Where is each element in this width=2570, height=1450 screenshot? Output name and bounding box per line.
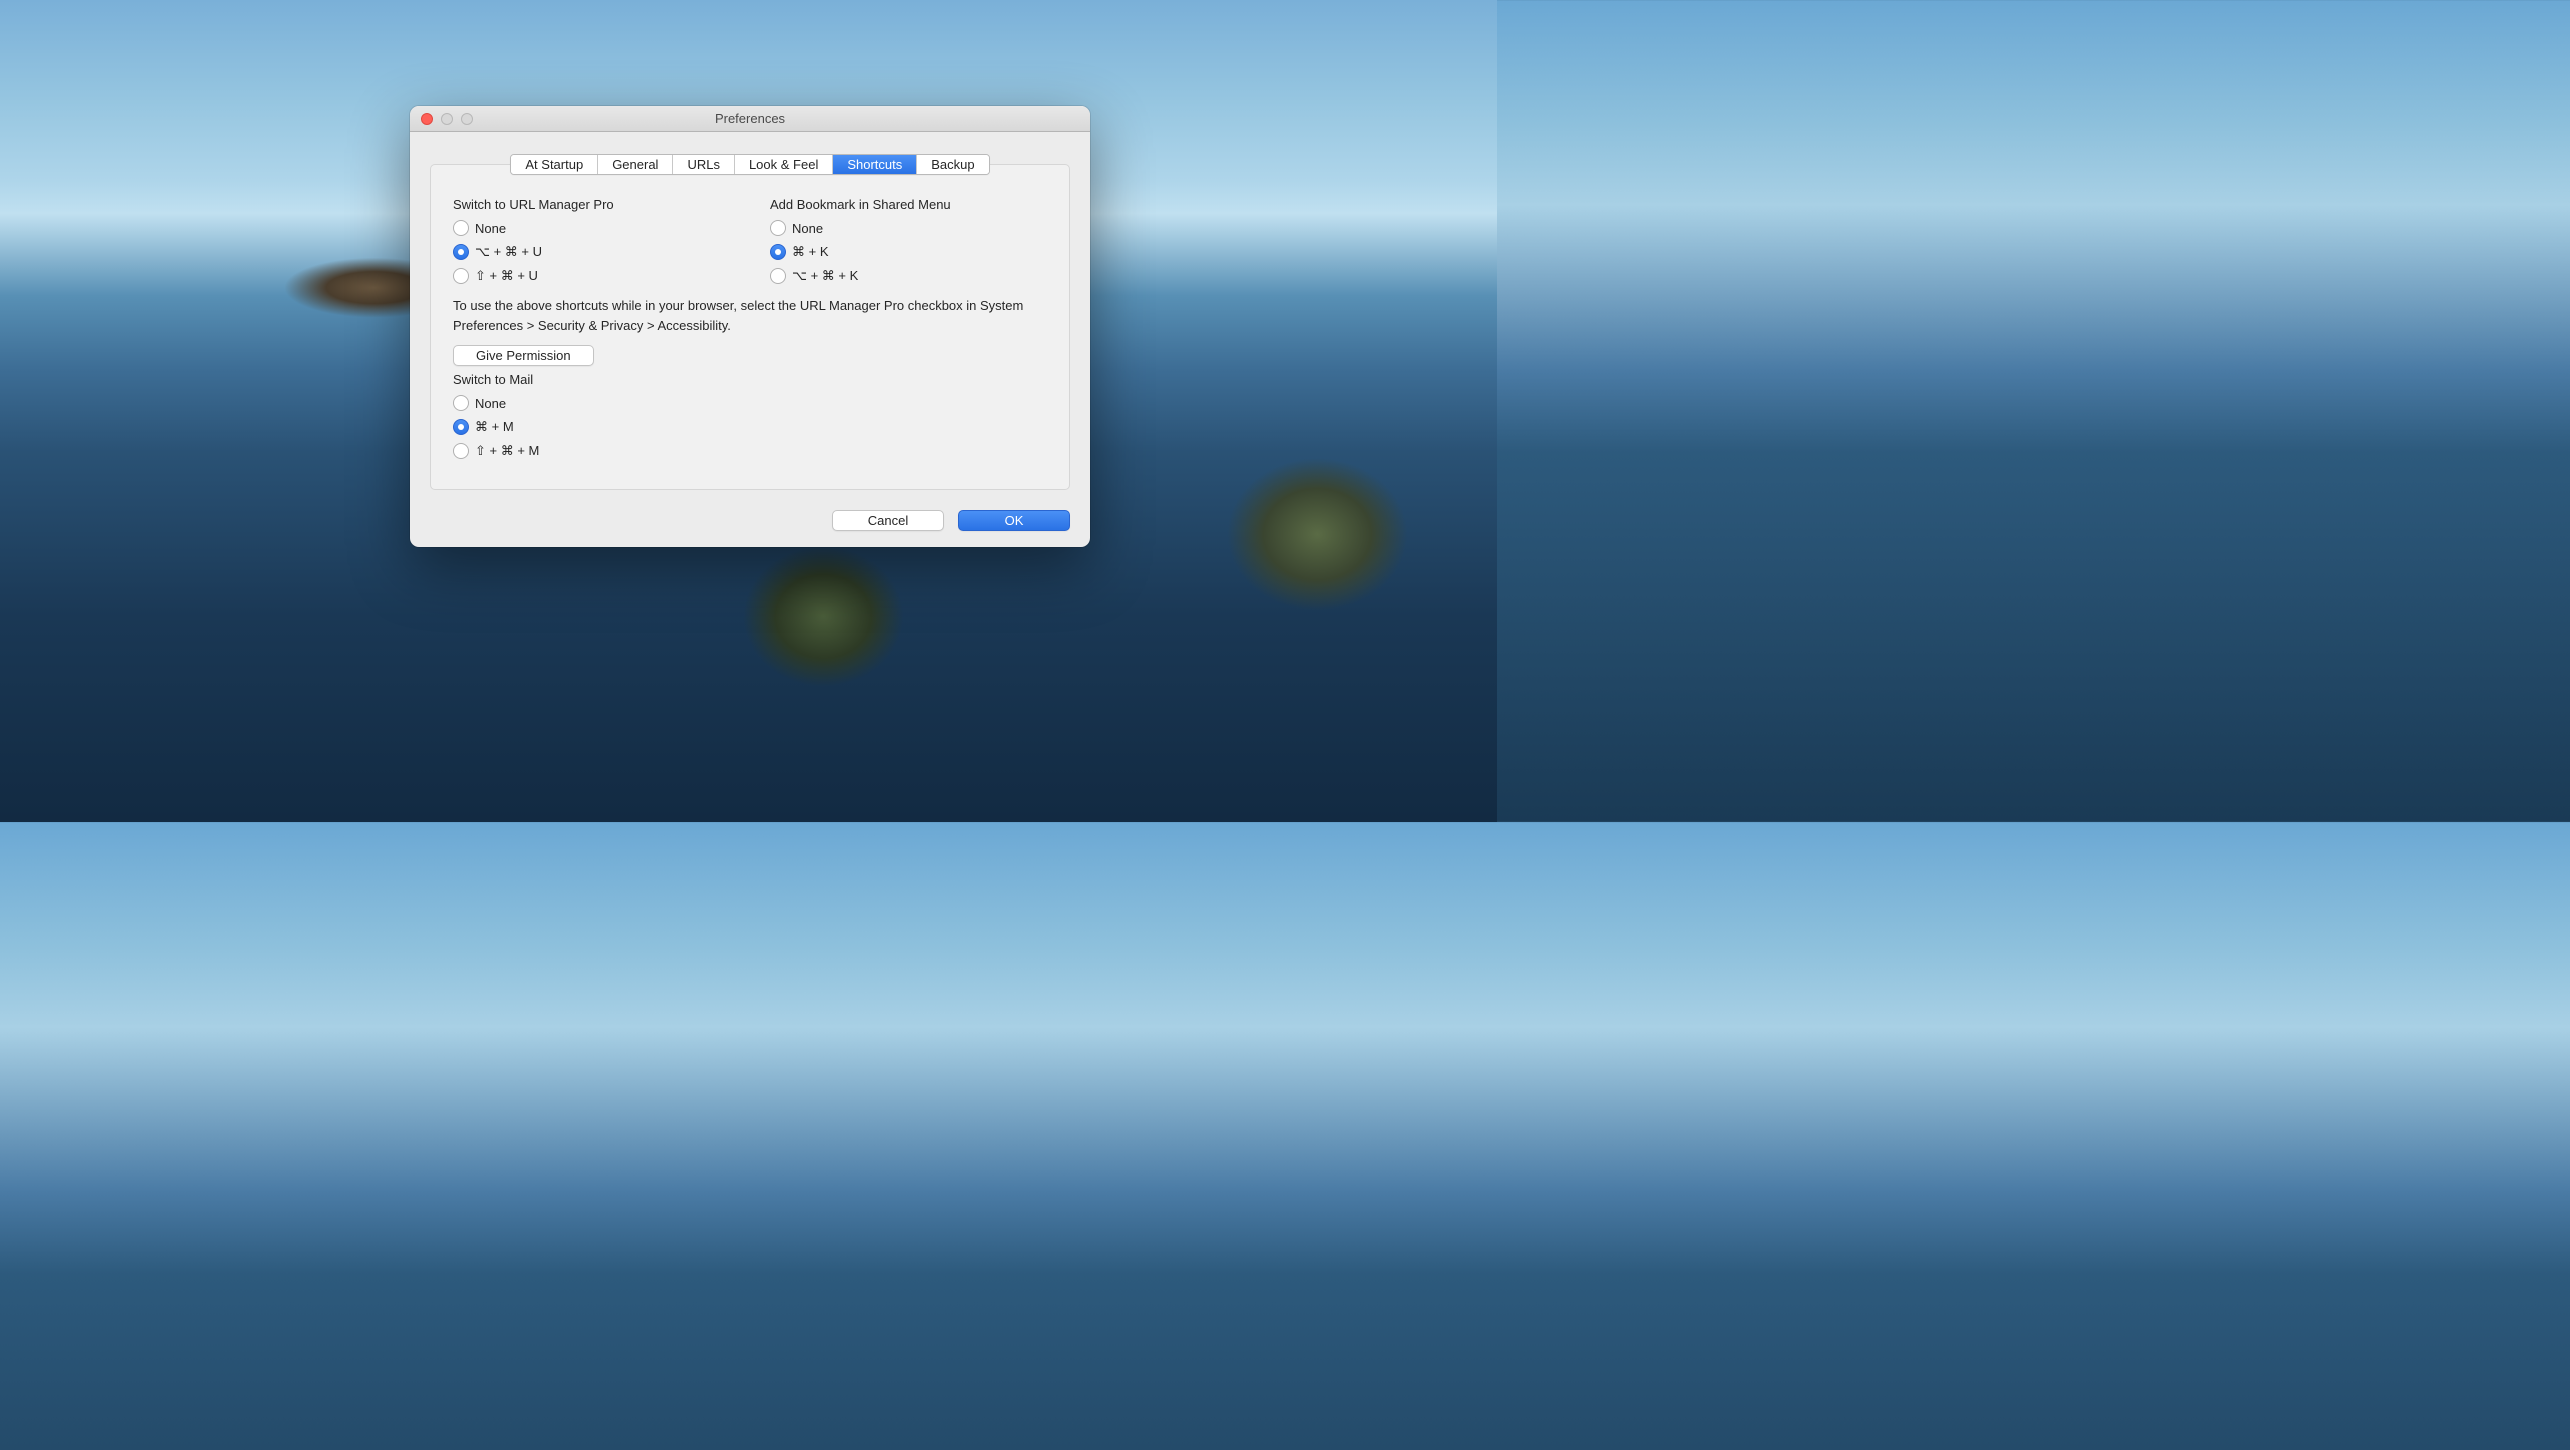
radio-mail-none[interactable] [453,395,469,411]
radio-mail-none-label: None [475,396,506,411]
switch-url-manager-group: None ⌥ + ⌘ + U ⇧ + ⌘ + U [453,220,730,284]
radio-bookmark-none-label: None [792,221,823,236]
close-button[interactable] [421,113,433,125]
radio-row-mail-none[interactable]: None [453,395,1047,411]
radio-url-shift-cmd-u[interactable] [453,268,469,284]
radio-row-mail-cmd-m[interactable]: ⌘ + M [453,419,1047,435]
give-permission-button[interactable]: Give Permission [453,345,594,366]
tab-shortcuts[interactable]: Shortcuts [833,155,917,174]
switch-mail-label: Switch to Mail [453,372,1047,387]
tab-bar: At Startup General URLs Look & Feel Shor… [430,154,1070,175]
tab-backup[interactable]: Backup [917,155,988,174]
radio-row-bookmark-cmd-k[interactable]: ⌘ + K [770,244,1047,260]
tab-general[interactable]: General [598,155,673,174]
radio-url-none-label: None [475,221,506,236]
radio-mail-shift-cmd-m-label: ⇧ + ⌘ + M [475,443,539,459]
radio-row-url-shift-cmd-u[interactable]: ⇧ + ⌘ + U [453,268,730,284]
tab-look-and-feel[interactable]: Look & Feel [735,155,833,174]
radio-row-bookmark-opt-cmd-k[interactable]: ⌥ + ⌘ + K [770,268,1047,284]
switch-url-manager-label: Switch to URL Manager Pro [453,197,730,212]
radio-bookmark-cmd-k[interactable] [770,244,786,260]
radio-row-url-none[interactable]: None [453,220,730,236]
radio-bookmark-cmd-k-label: ⌘ + K [792,244,829,260]
radio-url-shift-cmd-u-label: ⇧ + ⌘ + U [475,268,538,284]
footer-buttons: Cancel OK [430,510,1070,531]
radio-mail-cmd-m-label: ⌘ + M [475,419,514,435]
add-bookmark-group: None ⌘ + K ⌥ + ⌘ + K [770,220,1047,284]
radio-mail-shift-cmd-m[interactable] [453,443,469,459]
radio-url-opt-cmd-u-label: ⌥ + ⌘ + U [475,244,542,260]
switch-mail-group: None ⌘ + M ⇧ + ⌘ + M [453,395,1047,459]
radio-bookmark-opt-cmd-k-label: ⌥ + ⌘ + K [792,268,858,284]
radio-mail-cmd-m[interactable] [453,419,469,435]
window-titlebar[interactable]: Preferences [410,106,1090,132]
window-title: Preferences [410,111,1090,126]
traffic-lights [410,113,473,125]
tab-urls[interactable]: URLs [673,155,735,174]
radio-row-mail-shift-cmd-m[interactable]: ⇧ + ⌘ + M [453,443,1047,459]
radio-url-opt-cmd-u[interactable] [453,244,469,260]
window-body: At Startup General URLs Look & Feel Shor… [410,132,1090,547]
radio-bookmark-none[interactable] [770,220,786,236]
add-bookmark-label: Add Bookmark in Shared Menu [770,197,1047,212]
preferences-window: Preferences At Startup General URLs Look… [410,106,1090,547]
content-panel: Switch to URL Manager Pro None ⌥ + ⌘ + U [430,164,1070,490]
zoom-button [461,113,473,125]
ok-button[interactable]: OK [958,510,1070,531]
radio-row-bookmark-none[interactable]: None [770,220,1047,236]
radio-bookmark-opt-cmd-k[interactable] [770,268,786,284]
permission-info-text: To use the above shortcuts while in your… [453,296,1047,335]
radio-row-url-opt-cmd-u[interactable]: ⌥ + ⌘ + U [453,244,730,260]
radio-url-none[interactable] [453,220,469,236]
cancel-button[interactable]: Cancel [832,510,944,531]
tab-at-startup[interactable]: At Startup [511,155,598,174]
left-column: Switch to URL Manager Pro None ⌥ + ⌘ + U [453,197,730,296]
minimize-button [441,113,453,125]
right-column: Add Bookmark in Shared Menu None ⌘ + K [770,197,1047,296]
